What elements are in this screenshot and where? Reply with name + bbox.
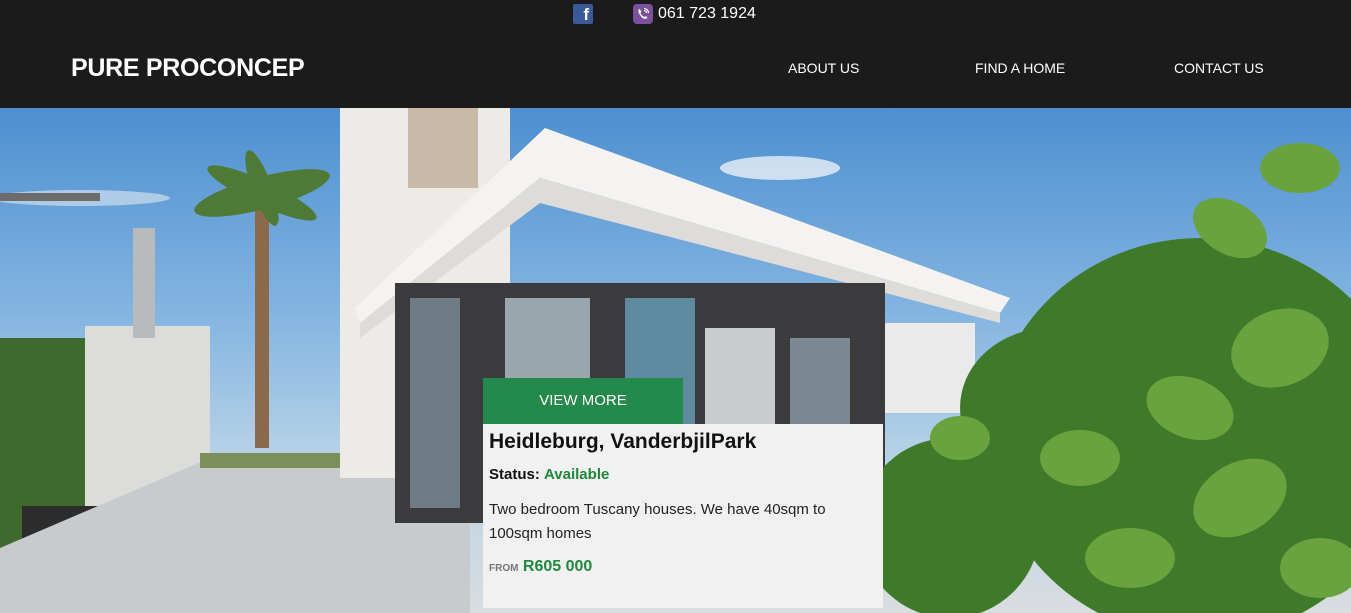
viber-icon[interactable]: [633, 4, 653, 24]
status-label: Status:: [489, 466, 540, 483]
facebook-icon[interactable]: f: [573, 4, 593, 24]
listing-price: FROM R605 000: [489, 557, 592, 579]
nav-find-a-home[interactable]: FIND A HOME: [975, 59, 1065, 77]
listing-status: Status: Available: [489, 465, 609, 485]
price-prefix: FROM: [489, 563, 519, 574]
nav-contact-us[interactable]: CONTACT US: [1174, 59, 1264, 77]
site-logo[interactable]: PURE PROCONCEP: [71, 53, 305, 83]
listing-description: Two bedroom Tuscany houses. We have 40sq…: [489, 501, 826, 542]
view-more-button[interactable]: VIEW MORE: [483, 378, 683, 424]
phone-number[interactable]: 061 723 1924: [658, 4, 756, 24]
nav-about-us[interactable]: ABOUT US: [788, 59, 859, 77]
site-header: f 061 723 1924 PURE PROCONCEP ABOUT US F…: [0, 0, 1351, 108]
listing-card: Heidleburg, VanderbjilPark Status: Avail…: [483, 424, 883, 608]
price-amount: R605 000: [522, 558, 593, 575]
listing-title: Heidleburg, VanderbjilPark: [489, 430, 757, 453]
status-value: Available: [544, 466, 610, 483]
